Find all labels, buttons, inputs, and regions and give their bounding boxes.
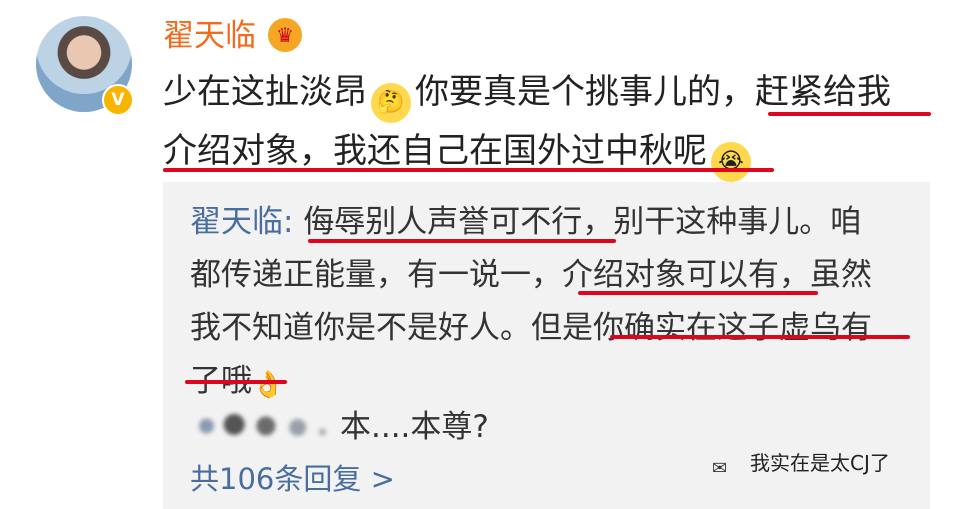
wechat-icon: ✉ (712, 458, 728, 479)
highlight-underline-4 (578, 291, 818, 295)
thinking-face-icon: 🤔 (371, 83, 411, 123)
reply-colon: : (283, 204, 294, 240)
reply-part3: 都传递正能量，有一说一， (190, 257, 562, 293)
comment-line2-highlight: 介绍对象，我还自己在国外过中秋呢 (163, 131, 707, 171)
reply-text: 翟天临: 侮辱别人声誉可不行，别干这种事儿。咱 都传递正能量，有一说一，介绍对象… (190, 196, 910, 408)
comment-line1-highlight: 赶紧给我 (755, 72, 891, 112)
highlight-underline-1 (768, 112, 931, 116)
more-replies-link[interactable]: 共106条回复 > (190, 457, 395, 501)
comment-text: 少在这扯淡昂 🤔 你要真是个挑事儿的，赶紧给我 介绍对象，我还自己在国外过中秋呢 😭 (163, 64, 953, 182)
blurred-author-name[interactable] (190, 411, 328, 441)
reply-author[interactable]: 翟天临 (190, 204, 283, 240)
reply-part2: ，别干这种事儿。咱 (582, 204, 862, 240)
reply-part4: 介绍对象可以有 (562, 257, 779, 293)
comment-line1-start: 少在这扯淡昂 (163, 72, 367, 112)
reply-part6: 我不知道你是不是好人。但是 (190, 310, 593, 346)
wechat-watermark: ✉ 我实在是太CJ了 (712, 448, 890, 479)
verified-v-icon: V (102, 84, 134, 116)
highlight-underline-3 (308, 239, 616, 243)
comment-username[interactable]: 翟天临 (163, 14, 256, 58)
crying-face-icon: 😭 (711, 142, 751, 182)
fist-bump-icon: 👌 (252, 370, 285, 400)
watermark-text: 我实在是太CJ了 (750, 451, 890, 475)
second-reply: 本....本尊? (190, 405, 489, 449)
reply-part5: ，虽然 (779, 257, 872, 293)
reply-part1: 侮辱别人声誉可不行 (303, 204, 583, 240)
reply-part7: 你确实在这子虚乌有 (593, 310, 872, 346)
crown-vip-icon: ♛ (268, 18, 302, 52)
highlight-underline-2 (163, 168, 774, 172)
highlight-underline-6 (185, 380, 287, 384)
comment-line1-middle: 你要真是个挑事儿的， (415, 72, 755, 112)
second-reply-text: 本....本尊? (340, 409, 489, 445)
highlight-underline-5 (610, 335, 910, 339)
